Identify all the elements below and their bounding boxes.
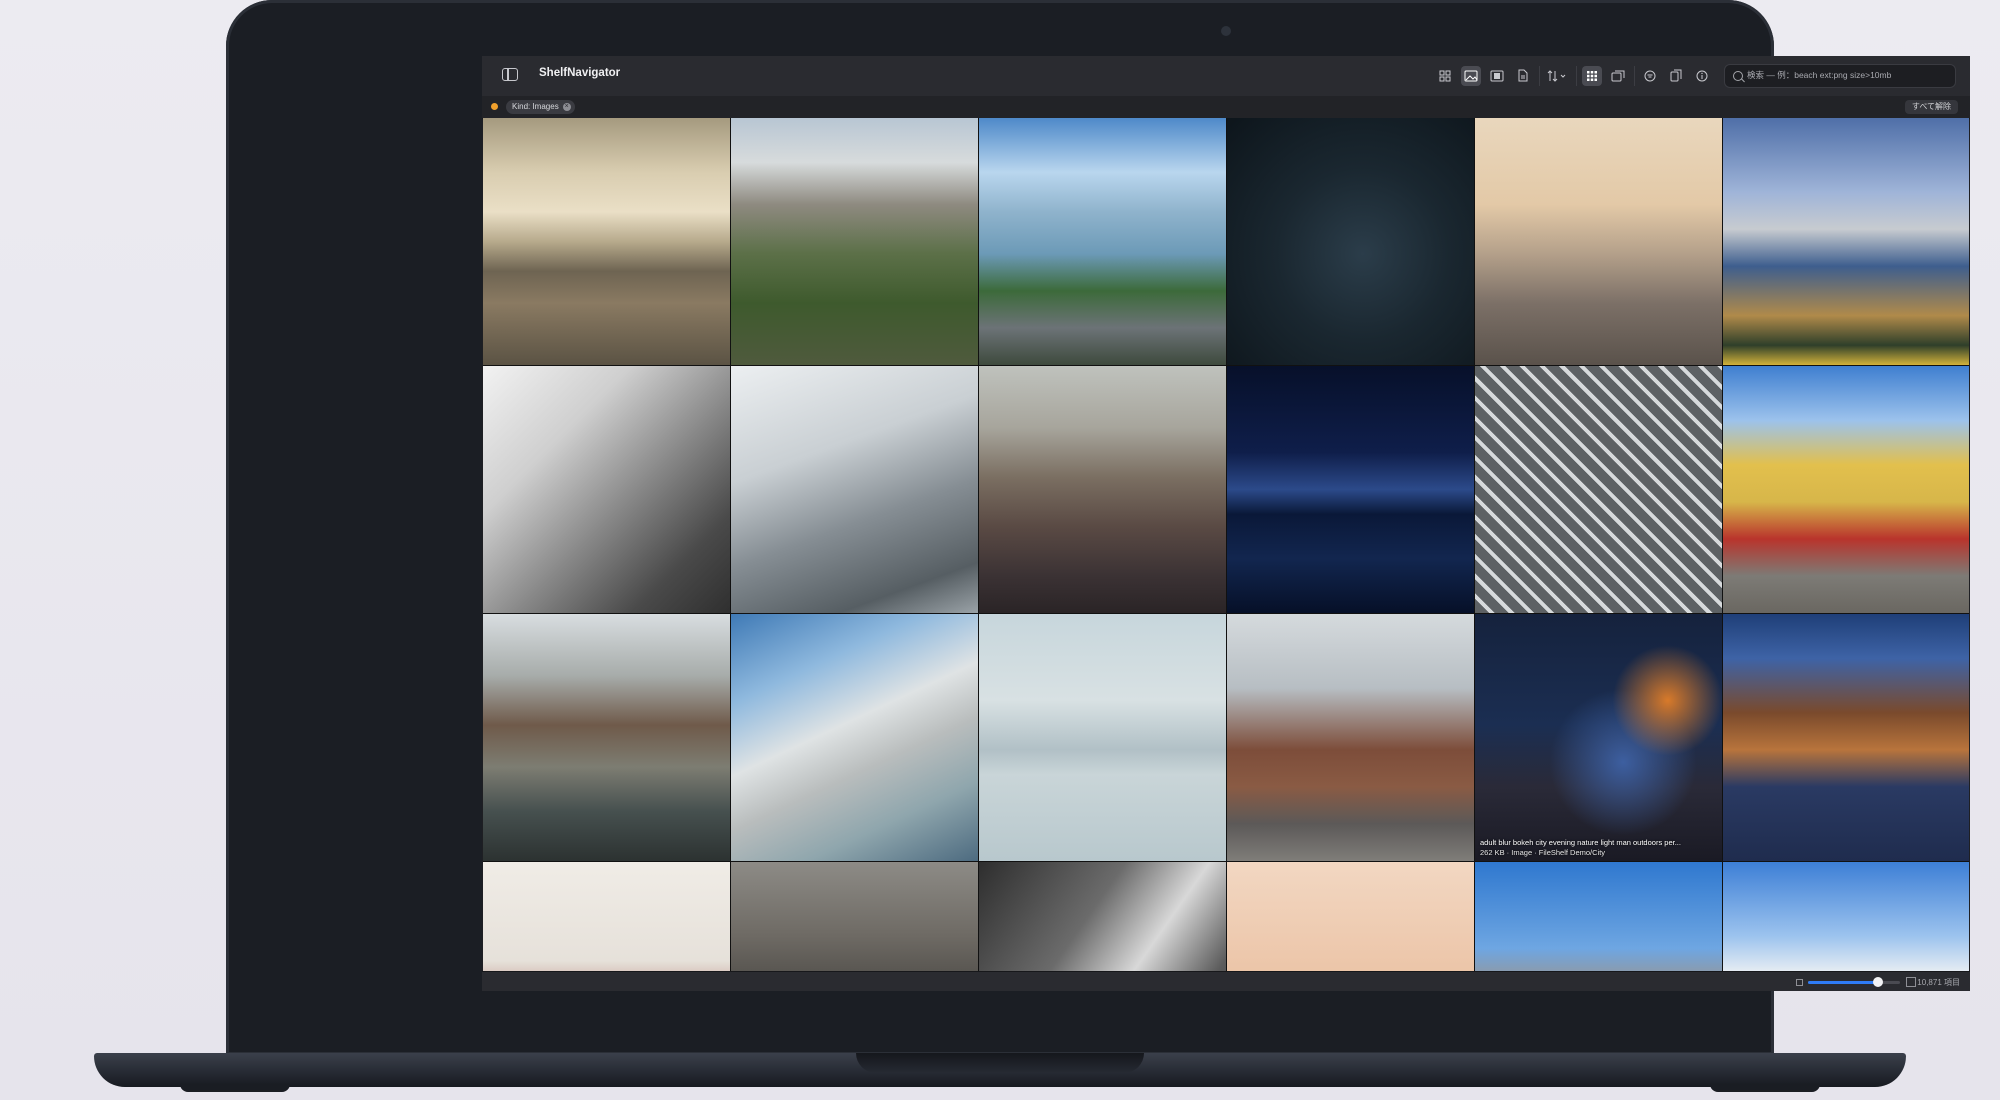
toolbar-separator	[1576, 66, 1577, 86]
image-thumbnail	[1475, 862, 1722, 971]
image-thumbnail	[483, 614, 730, 861]
toolbar-separator	[1539, 66, 1540, 86]
image-thumbnail	[483, 118, 730, 365]
image-tile[interactable]	[1723, 118, 1969, 365]
image-tile[interactable]	[1723, 862, 1969, 971]
image-tile[interactable]	[731, 614, 978, 861]
tile-caption: adult blur bokeh city evening nature lig…	[1480, 838, 1717, 858]
zoom-out-icon[interactable]	[1796, 979, 1803, 986]
laptop-foot	[1710, 1084, 1820, 1092]
image-thumbnail	[731, 366, 978, 613]
image-thumbnail	[979, 862, 1226, 971]
image-thumbnail	[1723, 862, 1969, 971]
zoom-slider-fill	[1808, 981, 1878, 984]
search-icon	[1733, 71, 1743, 81]
filmstrip-view-icon[interactable]	[1487, 66, 1507, 86]
image-thumbnail	[1227, 366, 1474, 613]
clear-all-button[interactable]: すべて解除	[1904, 100, 1958, 114]
search-field[interactable]: 検索 — 例：beach ext:png size>10mb	[1724, 64, 1956, 88]
image-grid: adult blur bokeh city evening nature lig…	[483, 118, 1969, 971]
image-tile[interactable]	[483, 366, 730, 613]
image-thumbnail	[1723, 614, 1969, 861]
image-thumbnail	[979, 118, 1226, 365]
toolbar-separator	[1634, 66, 1635, 86]
laptop-foot	[180, 1084, 290, 1092]
laptop-notch	[856, 1053, 1144, 1073]
image-tile[interactable]	[979, 862, 1226, 971]
image-thumbnail	[1227, 118, 1474, 365]
image-tile[interactable]: adult blur bokeh city evening nature lig…	[1475, 614, 1722, 861]
sort-icon[interactable]	[1544, 66, 1572, 86]
image-tile[interactable]	[1475, 366, 1722, 613]
laptop-lid: ShelfNavigator 検索 — 例：beach ext:png size…	[226, 0, 1970, 1055]
image-thumbnail	[1723, 366, 1969, 613]
duplicate-icon[interactable]	[1666, 66, 1686, 86]
filter-chip-kind[interactable]: Kind: Images ×	[506, 100, 575, 114]
document-view-icon[interactable]	[1513, 66, 1533, 86]
image-thumbnail	[1475, 118, 1722, 365]
image-tile[interactable]	[1475, 862, 1722, 971]
image-tile[interactable]	[483, 862, 730, 971]
info-icon[interactable]	[1692, 66, 1712, 86]
image-thumbnail	[979, 614, 1226, 861]
image-thumbnail	[1475, 614, 1722, 861]
image-thumbnail	[1227, 862, 1474, 971]
app-title: ShelfNavigator	[539, 67, 621, 79]
image-tile[interactable]	[1475, 118, 1722, 365]
filter-icon[interactable]	[1640, 66, 1660, 86]
image-tile[interactable]	[1227, 862, 1474, 971]
image-view-icon[interactable]	[1461, 66, 1481, 86]
image-thumbnail	[483, 366, 730, 613]
app-window: ShelfNavigator 検索 — 例：beach ext:png size…	[482, 56, 1970, 991]
image-tile[interactable]	[1227, 614, 1474, 861]
zoom-slider-knob[interactable]	[1872, 977, 1883, 987]
item-count: 10,871 項目	[1917, 978, 1960, 987]
filter-indicator-dot	[491, 103, 498, 110]
image-thumbnail	[483, 862, 730, 971]
image-thumbnail	[731, 118, 978, 365]
filter-bar: Kind: Images × すべて解除	[482, 96, 1970, 119]
image-tile[interactable]	[1723, 366, 1969, 613]
image-tile[interactable]	[1723, 614, 1969, 861]
stack-icon[interactable]	[1608, 66, 1628, 86]
search-input[interactable]: 検索 — 例：beach ext:png size>10mb	[1747, 69, 1947, 83]
filter-chip-label: Kind: Images	[512, 102, 559, 111]
tile-caption-title: adult blur bokeh city evening nature lig…	[1480, 838, 1681, 847]
close-icon[interactable]: ×	[562, 103, 571, 111]
image-thumbnail	[731, 862, 978, 971]
status-bar: 10,871 項目	[482, 971, 1970, 991]
image-tile[interactable]	[483, 614, 730, 861]
image-tile[interactable]	[979, 366, 1226, 613]
grid-view-icon[interactable]	[1435, 66, 1455, 86]
image-tile[interactable]	[731, 862, 978, 971]
tile-caption-meta: 262 KB · Image · FileShelf Demo/City	[1480, 848, 1606, 857]
image-tile[interactable]	[1227, 366, 1474, 613]
image-tile[interactable]	[483, 118, 730, 365]
image-thumbnail	[731, 614, 978, 861]
thumbnail-grid-icon[interactable]	[1582, 66, 1602, 86]
image-tile[interactable]	[731, 118, 978, 365]
camera-icon	[1221, 26, 1231, 36]
image-thumbnail	[979, 366, 1226, 613]
zoom-in-icon[interactable]	[1906, 977, 1916, 987]
image-tile[interactable]	[979, 118, 1226, 365]
image-thumbnail	[1475, 366, 1722, 613]
sidebar-toggle-icon[interactable]	[502, 68, 518, 81]
toolbar: ShelfNavigator 検索 — 例：beach ext:png size…	[482, 56, 1970, 97]
image-thumbnail	[1227, 614, 1474, 861]
image-thumbnail	[1723, 118, 1969, 365]
image-tile[interactable]	[979, 614, 1226, 861]
image-tile[interactable]	[731, 366, 978, 613]
image-tile[interactable]	[1227, 118, 1474, 365]
zoom-slider[interactable]	[1808, 977, 1900, 987]
